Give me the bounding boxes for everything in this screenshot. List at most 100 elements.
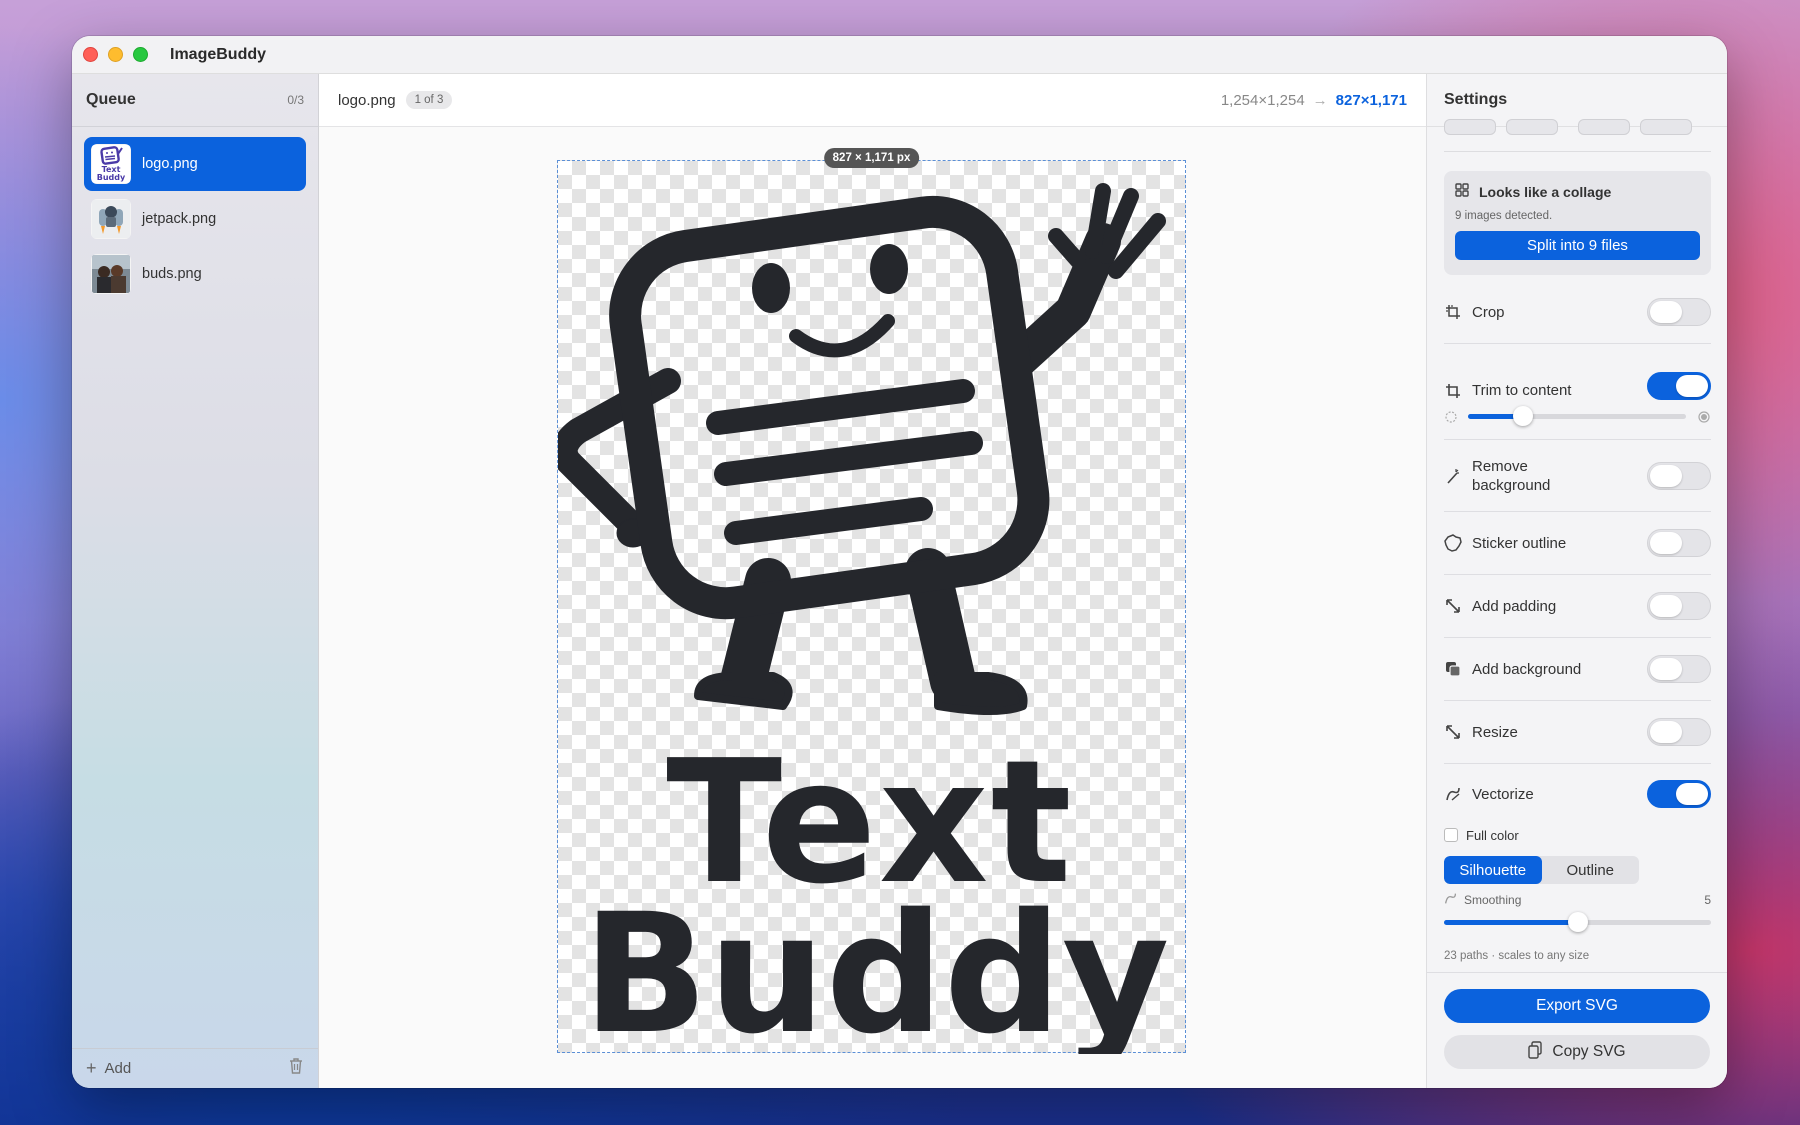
trim-slider-row [1444,406,1711,440]
preview-panel: logo.png 1 of 3 1,254×1,254 → 827×1,171 [319,74,1426,1088]
layers-icon [1444,660,1462,678]
file-position-badge: 1 of 3 [405,91,453,109]
split-files-button[interactable]: Split into 9 files [1455,231,1700,260]
grid-icon [1455,183,1469,200]
silhouette-mode-button[interactable]: Silhouette [1444,856,1542,884]
sticker-outline-label: Sticker outline [1472,534,1567,552]
collage-title: Looks like a collage [1479,183,1612,200]
output-dimensions: 827×1,171 [1335,91,1407,109]
trim-min-icon [1444,410,1458,429]
smoothing-value: 5 [1704,893,1711,907]
add-label: Add [104,1060,132,1077]
outline-mode-button[interactable]: Outline [1542,856,1640,884]
plus-icon: + [86,1058,97,1078]
app-title: ImageBuddy [170,45,267,63]
remove-background-label: Remove background [1472,457,1551,494]
export-svg-button[interactable]: Export SVG [1444,989,1710,1023]
expand-arrows-icon [1444,597,1462,615]
resize-toggle[interactable] [1647,718,1711,746]
resize-label: Resize [1472,723,1518,741]
tool-button[interactable] [1578,119,1630,135]
crop-toggle[interactable] [1647,298,1711,326]
queue-header: Queue 0/3 [72,74,318,127]
queue-title: Queue [86,91,136,108]
smoothing-icon [1444,892,1457,908]
tool-button[interactable] [1444,119,1496,135]
crop-row: Crop [1444,281,1711,344]
trash-icon[interactable] [288,1057,304,1080]
jetpack-thumb-icon [91,199,131,239]
text-buddy-artwork: Text Buddy [558,183,1170,1054]
queue-footer: + Add [72,1048,318,1088]
smoothing-slider-fill [1444,920,1578,925]
queue-item-label: jetpack.png [142,211,217,227]
full-color-checkbox[interactable] [1444,828,1458,842]
add-button[interactable]: + Add [86,1058,131,1079]
tool-buttons-row [1444,119,1711,152]
settings-title: Settings [1444,91,1508,108]
vectorize-toggle[interactable] [1647,780,1711,808]
add-padding-label: Add padding [1472,597,1557,615]
queue-item-buds[interactable]: buds.png [84,247,306,301]
smoothing-header: Smoothing 5 [1444,892,1711,908]
settings-body: Looks like a collage 9 images detected. … [1444,119,1711,962]
trim-icon [1444,382,1462,400]
settings-panel: Settings Looks like a collage 9 images d… [1426,74,1727,1088]
artwork-word-buddy: Buddy [582,878,1169,1054]
canvas-size-pill: 827 × 1,171 px [823,148,920,168]
window-controls [83,47,148,62]
queue-item-label: buds.png [142,266,202,282]
sticker-outline-icon [1444,534,1462,552]
trim-toggle[interactable] [1647,372,1711,400]
image-artboard[interactable]: Text Buddy 827 × 1,171 px [557,148,1186,1054]
tool-button[interactable] [1506,119,1558,135]
trim-row: Trim to content [1444,344,1711,408]
canvas-area: Text Buddy 827 × 1,171 px [319,127,1426,1088]
queue-list: Text Buddy logo.png jetpack.png buds.png [72,127,318,312]
vectorize-label: Vectorize [1472,785,1534,803]
add-background-label: Add background [1472,660,1582,678]
collage-card: Looks like a collage 9 images detected. … [1444,171,1711,275]
queue-count: 0/3 [287,93,304,107]
queue-item-logo[interactable]: Text Buddy logo.png [84,137,306,191]
preview-header: logo.png 1 of 3 1,254×1,254 → 827×1,171 [319,74,1426,127]
trim-max-icon [1697,410,1711,429]
close-window-button[interactable] [83,47,98,62]
current-file-name: logo.png [338,91,396,109]
crop-icon [1444,303,1462,321]
arrow-right-icon: → [1312,91,1328,109]
full-color-label: Full color [1466,827,1519,843]
zoom-window-button[interactable] [133,47,148,62]
minimize-window-button[interactable] [108,47,123,62]
tool-button[interactable] [1640,119,1692,135]
pen-curve-icon [1444,785,1462,803]
copy-svg-button[interactable]: Copy SVG [1444,1035,1710,1069]
queue-item-jetpack[interactable]: jetpack.png [84,192,306,246]
crop-label: Crop [1472,303,1505,321]
add-background-row: Add background [1444,638,1711,701]
trim-slider-knob[interactable] [1512,406,1533,426]
vectorize-row: Vectorize [1444,764,1711,824]
app-window: ImageBuddy Queue 0/3 Text Buddy logo.png… [72,36,1727,1088]
add-padding-toggle[interactable] [1647,592,1711,620]
smoothing-slider-knob[interactable] [1567,912,1588,932]
original-dimensions: 1,254×1,254 [1220,91,1305,109]
smoothing-slider-row [1444,912,1711,932]
copy-svg-label: Copy SVG [1552,1043,1626,1060]
add-background-toggle[interactable] [1647,655,1711,683]
paths-note: 23 paths · scales to any size [1444,950,1590,962]
resize-row: Resize [1444,701,1711,764]
collage-subtitle: 9 images detected. [1455,210,1553,222]
export-actions: Export SVG Copy SVG [1427,972,1727,1088]
text-buddy-thumb-icon: Text Buddy [91,144,131,184]
remove-background-row: Remove background [1444,440,1711,512]
sticker-outline-row: Sticker outline [1444,512,1711,575]
magic-wand-icon [1444,467,1462,485]
remove-background-toggle[interactable] [1647,461,1711,490]
vectorize-mode-switch: Silhouette Outline [1444,856,1639,884]
full-color-option[interactable]: Full color [1444,824,1711,846]
title-bar: ImageBuddy [72,36,1727,74]
sticker-outline-toggle[interactable] [1647,529,1711,557]
dimensions-readout: 1,254×1,254 → 827×1,171 [1221,92,1407,109]
smoothing-label: Smoothing [1464,893,1522,907]
